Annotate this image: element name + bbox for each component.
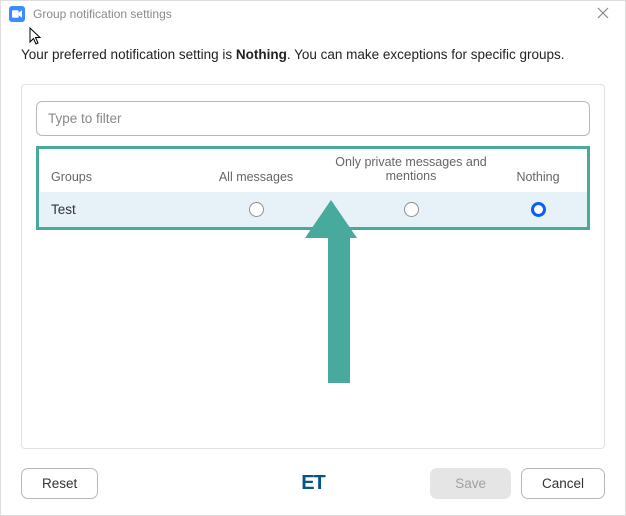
footer: Reset ET Save Cancel bbox=[1, 456, 625, 515]
header-private-mentions: Only private messages and mentions bbox=[321, 155, 501, 184]
desc-suffix: . You can make exceptions for specific g… bbox=[287, 47, 565, 62]
table-header: Groups All messages Only private message… bbox=[39, 149, 587, 192]
close-icon[interactable] bbox=[591, 4, 615, 24]
cancel-button[interactable]: Cancel bbox=[521, 468, 605, 499]
header-all-messages: All messages bbox=[191, 170, 321, 184]
window-title: Group notification settings bbox=[33, 7, 591, 21]
table-row: Test bbox=[39, 192, 587, 227]
filter-input[interactable] bbox=[36, 101, 590, 136]
groups-table-highlight: Groups All messages Only private message… bbox=[36, 146, 590, 230]
radio-all-messages[interactable] bbox=[249, 202, 264, 217]
description-text: Your preferred notification setting is N… bbox=[1, 27, 625, 72]
zoom-app-icon bbox=[9, 6, 25, 22]
titlebar: Group notification settings bbox=[1, 1, 625, 27]
watermark-logo: ET bbox=[301, 472, 325, 495]
header-groups: Groups bbox=[51, 170, 191, 184]
header-nothing: Nothing bbox=[501, 170, 575, 184]
radio-nothing[interactable] bbox=[531, 202, 546, 217]
desc-prefix: Your preferred notification setting is bbox=[21, 47, 236, 62]
settings-panel: Groups All messages Only private message… bbox=[21, 84, 605, 449]
reset-button[interactable]: Reset bbox=[21, 468, 98, 499]
group-name: Test bbox=[51, 202, 191, 217]
radio-private-mentions[interactable] bbox=[404, 202, 419, 217]
desc-bold: Nothing bbox=[236, 47, 287, 62]
save-button: Save bbox=[430, 468, 511, 499]
